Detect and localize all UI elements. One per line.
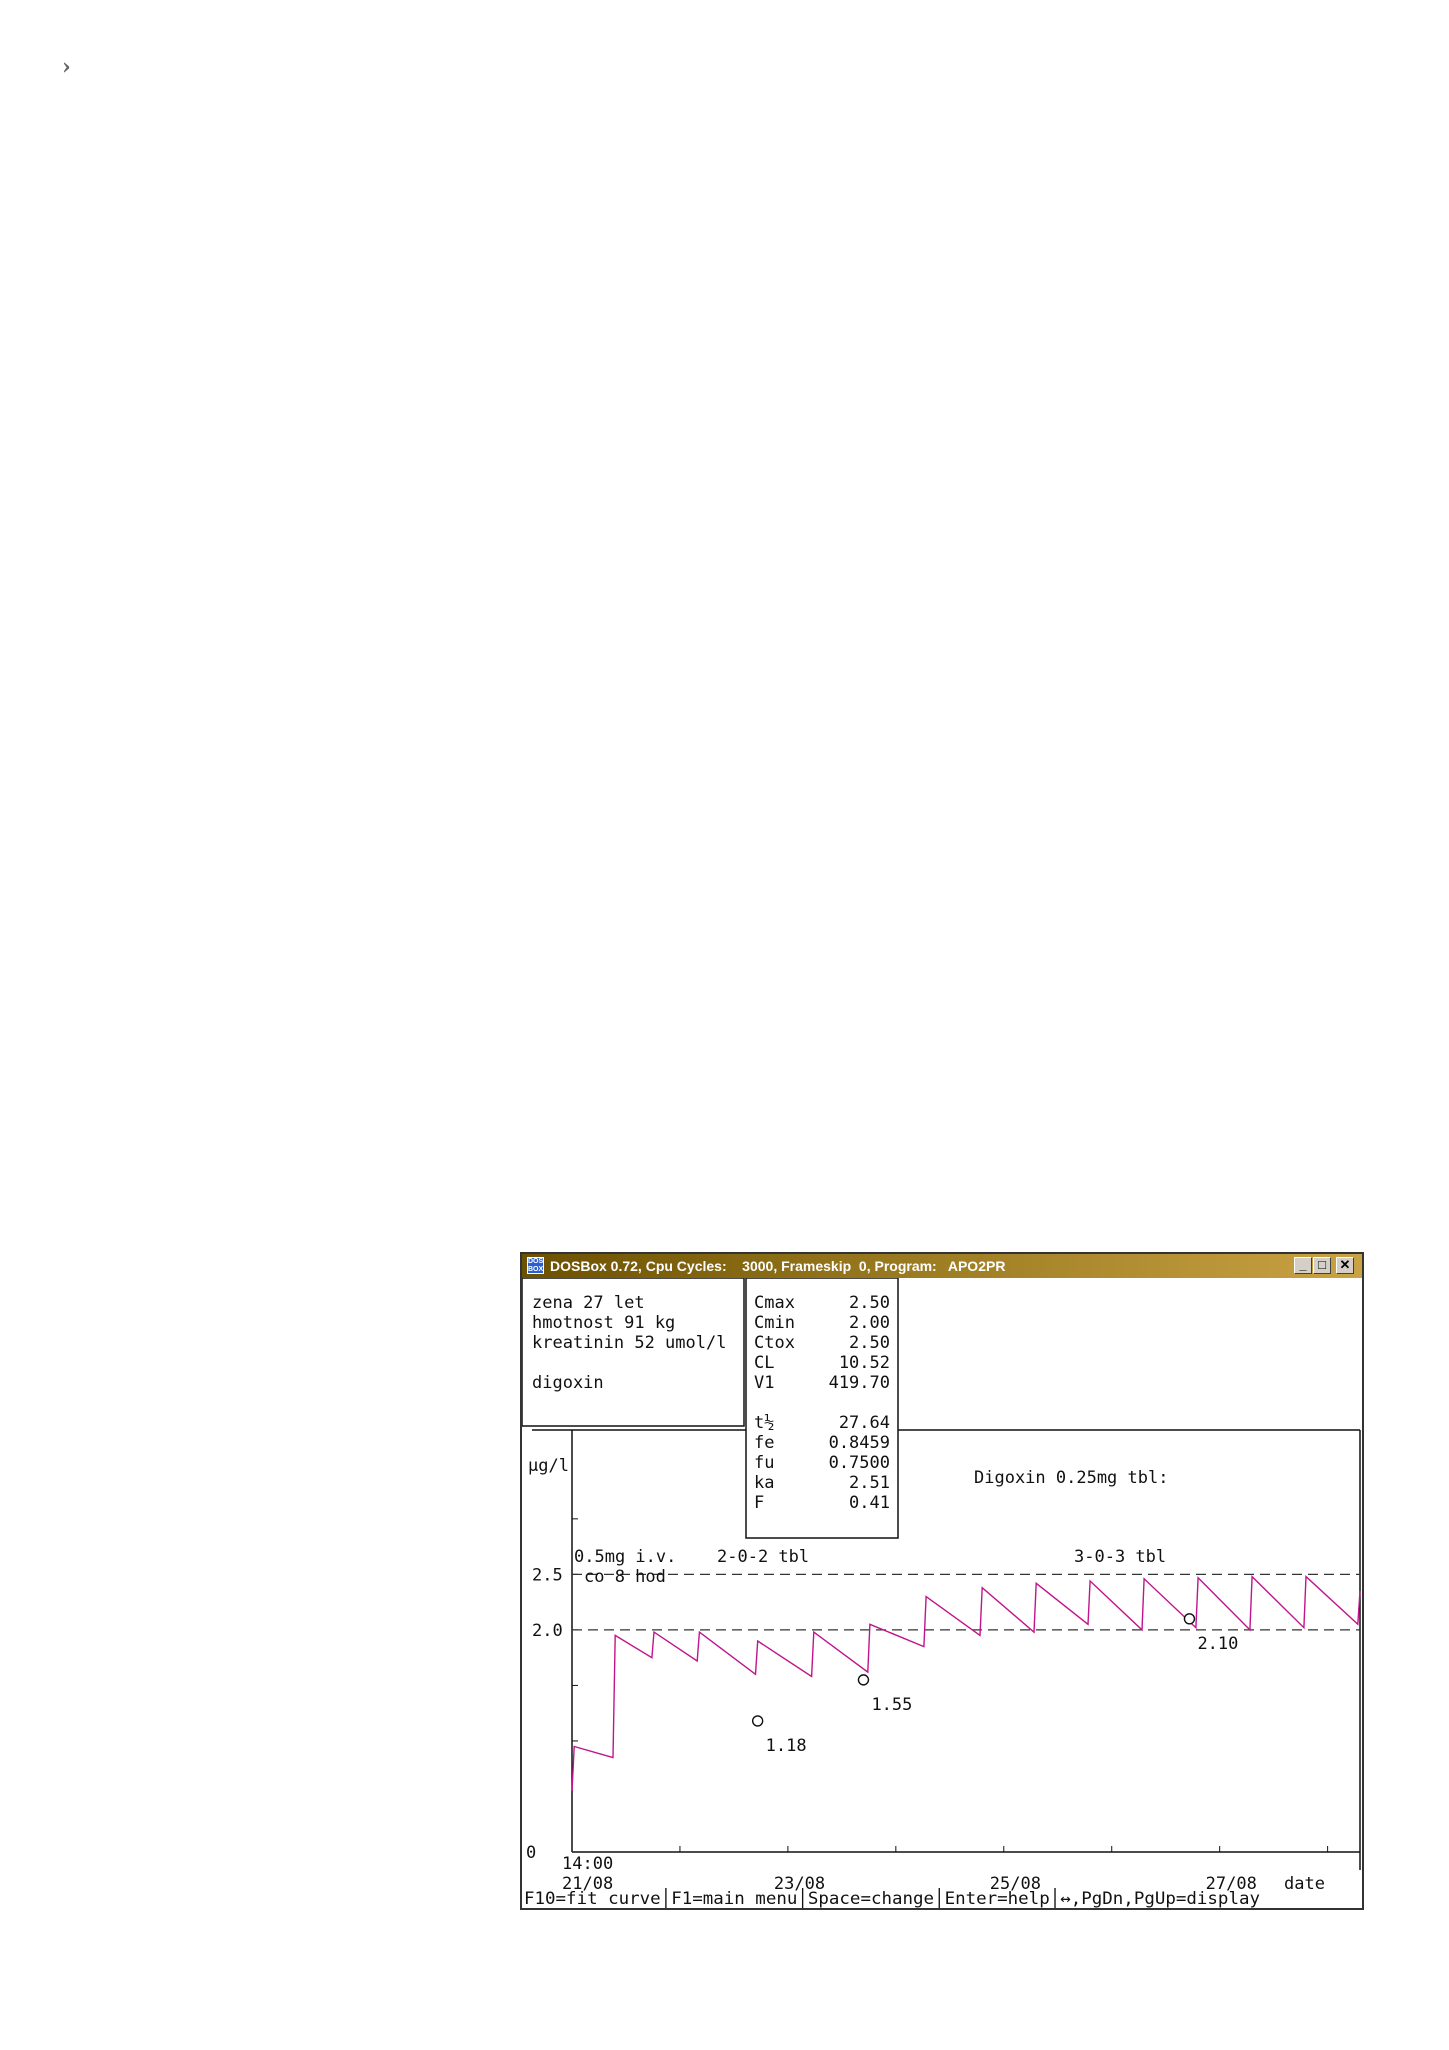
minimize-button[interactable]: _ — [1294, 1257, 1312, 1274]
param-value: 0.8459 — [829, 1433, 890, 1453]
corner-mark: › — [62, 54, 71, 80]
param-name: V1 — [754, 1373, 774, 1393]
iv-dose-annotation: 0.5mg i.v. — [574, 1547, 676, 1567]
patient-line: zena 27 let — [532, 1293, 645, 1313]
measurement-point — [1183, 1613, 1196, 1625]
measurement-label: 1.55 — [871, 1695, 912, 1715]
param-name: Cmax — [754, 1293, 795, 1313]
param-value: 0.41 — [849, 1493, 890, 1513]
patient-line: digoxin — [532, 1373, 604, 1393]
param-name: fu — [754, 1453, 774, 1473]
y-tick-label: 2.0 — [532, 1621, 563, 1641]
title-bar[interactable]: DOS BOX DOSBox 0.72, Cpu Cycles: 3000, F… — [522, 1254, 1362, 1278]
measurement-point — [857, 1674, 870, 1686]
param-name: F — [754, 1493, 764, 1513]
y-axis-label: µg/l — [528, 1456, 569, 1476]
param-value: 2.50 — [849, 1293, 890, 1313]
window-title: DOSBox 0.72, Cpu Cycles: 3000, Frameskip… — [550, 1258, 1006, 1274]
param-name: Ctox — [754, 1333, 795, 1353]
close-button[interactable]: ✕ — [1336, 1257, 1354, 1274]
measurement-point — [751, 1715, 764, 1727]
patient-line: hmotnost 91 kg — [532, 1313, 675, 1333]
param-name: Cmin — [754, 1313, 795, 1333]
concentration-chart: 02.02.5 14:0021/08 23/08 25/08 27/08 date 1.… — [522, 1278, 1361, 1908]
measurement-label: 1.18 — [766, 1736, 807, 1756]
param-value: 27.64 — [839, 1413, 890, 1433]
y-tick-label: 0 — [526, 1843, 536, 1863]
dosbox-window: DOS BOX DOSBox 0.72, Cpu Cycles: 3000, F… — [520, 1252, 1364, 1910]
y-tick-label: 2.5 — [532, 1565, 563, 1585]
param-name: ka — [754, 1473, 774, 1493]
interval-annotation: co 8 hod — [584, 1567, 666, 1587]
param-name: t½ — [754, 1413, 774, 1433]
regimen-annotation-2: 3-0-3 tbl — [1074, 1547, 1166, 1567]
drug-annotation: Digoxin 0.25mg tbl: — [974, 1468, 1168, 1488]
patient-line: kreatinin 52 umol/l — [532, 1333, 726, 1353]
param-value: 2.50 — [849, 1333, 890, 1353]
dos-screen[interactable]: 0 2.0 2.5 14:00 21/08 23/08 25/08 27/08 date 1.… — [522, 1278, 1362, 1908]
param-name: fe — [754, 1433, 774, 1453]
maximize-button[interactable]: □ — [1313, 1257, 1331, 1274]
x-start-label: 14:00 — [562, 1854, 613, 1874]
param-value: 2.51 — [849, 1473, 890, 1493]
x-axis-title: date — [1284, 1874, 1325, 1894]
status-bar[interactable]: F10=fit curve│F1=main menu│Space=change│… — [524, 1888, 1260, 1908]
param-value: 0.7500 — [829, 1453, 890, 1473]
param-name: CL — [754, 1353, 774, 1373]
dosbox-icon[interactable]: DOS BOX — [527, 1257, 544, 1274]
param-value: 419.70 — [829, 1373, 890, 1393]
concentration-curve — [571, 1574, 1361, 1791]
regimen-annotation-1: 2-0-2 tbl — [717, 1547, 809, 1567]
param-value: 2.00 — [849, 1313, 890, 1333]
measurement-label: 2.10 — [1197, 1634, 1238, 1654]
param-value: 10.52 — [839, 1353, 890, 1373]
